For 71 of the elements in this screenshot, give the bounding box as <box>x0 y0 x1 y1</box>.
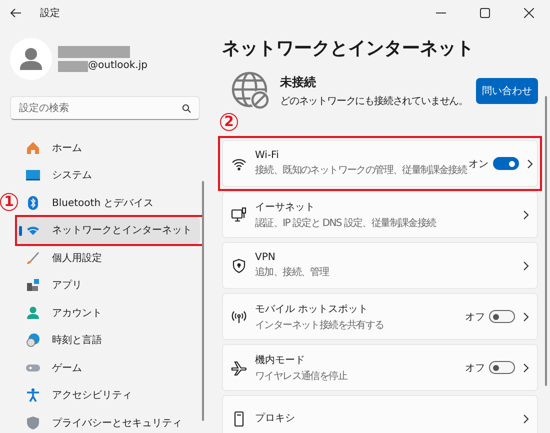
chevron-right-icon <box>523 312 529 322</box>
nav-item[interactable]: Bluetooth とデバイス <box>18 189 200 216</box>
bluetooth-icon <box>26 196 40 210</box>
status-title: 未接続 <box>280 74 317 91</box>
email-text: @outlook.jp <box>88 60 148 72</box>
nav-item[interactable]: アカウント <box>18 299 200 326</box>
nav-item[interactable]: ゲーム <box>18 354 200 382</box>
toggle-state-label: オフ <box>465 310 485 324</box>
settings-card[interactable]: VPN 追加、接続、管理 <box>222 242 538 289</box>
avatar-icon <box>10 38 52 80</box>
shield-icon <box>26 416 40 430</box>
search-field[interactable]: 設定の検索 <box>10 96 200 120</box>
close-icon[interactable] <box>524 8 534 18</box>
annotation-number: 2 <box>220 113 238 131</box>
scrollbar[interactable] <box>202 181 204 421</box>
toggle-switch[interactable] <box>489 361 515 374</box>
card-title: イーサネット <box>255 200 316 214</box>
apps-icon <box>26 278 40 292</box>
back-arrow-icon[interactable] <box>10 8 22 18</box>
selection-indicator <box>19 226 22 236</box>
nav-item[interactable]: システム <box>18 162 200 189</box>
toggle-switch[interactable] <box>489 310 515 323</box>
card-title: VPN <box>255 252 276 263</box>
search-icon <box>182 104 191 112</box>
window-title: 設定 <box>40 6 60 20</box>
card-description: 認証、IP 設定と DNS 設定、従量制課金接続 <box>255 216 437 230</box>
chevron-right-icon <box>523 362 529 372</box>
card-description: ワイヤレス通信を停止 <box>255 370 349 382</box>
toggle-state-label: オン <box>468 158 489 170</box>
redacted-name <box>58 46 130 58</box>
nav-item[interactable]: 個人用設定 <box>18 244 200 272</box>
nav-item[interactable]: プライバシーとセキュリティ <box>18 409 200 433</box>
nav-item[interactable]: ホーム <box>18 134 200 162</box>
settings-card[interactable]: プロキシ <box>222 395 538 433</box>
maximize-icon[interactable] <box>480 8 490 18</box>
ethernet-icon <box>231 206 247 222</box>
contact-button[interactable]: 問い合わせ <box>476 78 538 104</box>
time-icon <box>26 333 40 348</box>
hotspot-icon <box>231 308 247 324</box>
chevron-right-icon <box>523 260 529 270</box>
status-description: どのネットワークにも接続されていません。 <box>280 94 468 108</box>
chevron-right-icon <box>523 414 529 424</box>
settings-card[interactable]: イーサネット 認証、IP 設定と DNS 設定、従量制課金接続 <box>222 191 538 238</box>
account-icon <box>26 306 40 320</box>
card-title: モバイル ホットスポット <box>255 302 370 316</box>
brush-icon <box>26 250 40 265</box>
system-icon <box>26 168 40 182</box>
card-title: プロキシ <box>255 412 296 424</box>
plane-icon <box>231 360 247 376</box>
card-description: 追加、接続、管理 <box>255 266 330 279</box>
card-title: 機内モード <box>255 354 306 366</box>
annotation-number: 1 <box>0 193 18 211</box>
vpn-icon <box>231 258 247 274</box>
nav-item[interactable]: ネットワークとインターネット <box>18 216 200 244</box>
scrollbar[interactable] <box>545 96 547 386</box>
toggle-state-label: オフ <box>465 362 485 374</box>
nav-item[interactable]: アプリ <box>18 272 200 299</box>
page-title: ネットワークとインターネット <box>222 37 475 60</box>
card-description: 接続、既知のネットワークの管理、従量制課金接続 <box>255 164 467 177</box>
settings-card[interactable]: モバイル ホットスポット インターネット接続を共有する オフ <box>222 293 538 340</box>
home-icon <box>26 140 40 155</box>
access-icon <box>26 388 40 402</box>
chevron-right-icon <box>523 210 529 220</box>
chevron-right-icon <box>526 158 533 168</box>
settings-card[interactable]: 機内モード ワイヤレス通信を停止 オフ <box>222 344 538 391</box>
card-description: インターネット接続を共有する <box>255 318 385 332</box>
nav-item[interactable]: 時刻と言語 <box>18 326 200 354</box>
nav-item[interactable]: アクセシビリティ <box>18 382 200 409</box>
card-title: Wi-Fi <box>255 150 280 161</box>
redacted-text <box>58 60 88 72</box>
toggle-switch[interactable] <box>492 157 519 170</box>
